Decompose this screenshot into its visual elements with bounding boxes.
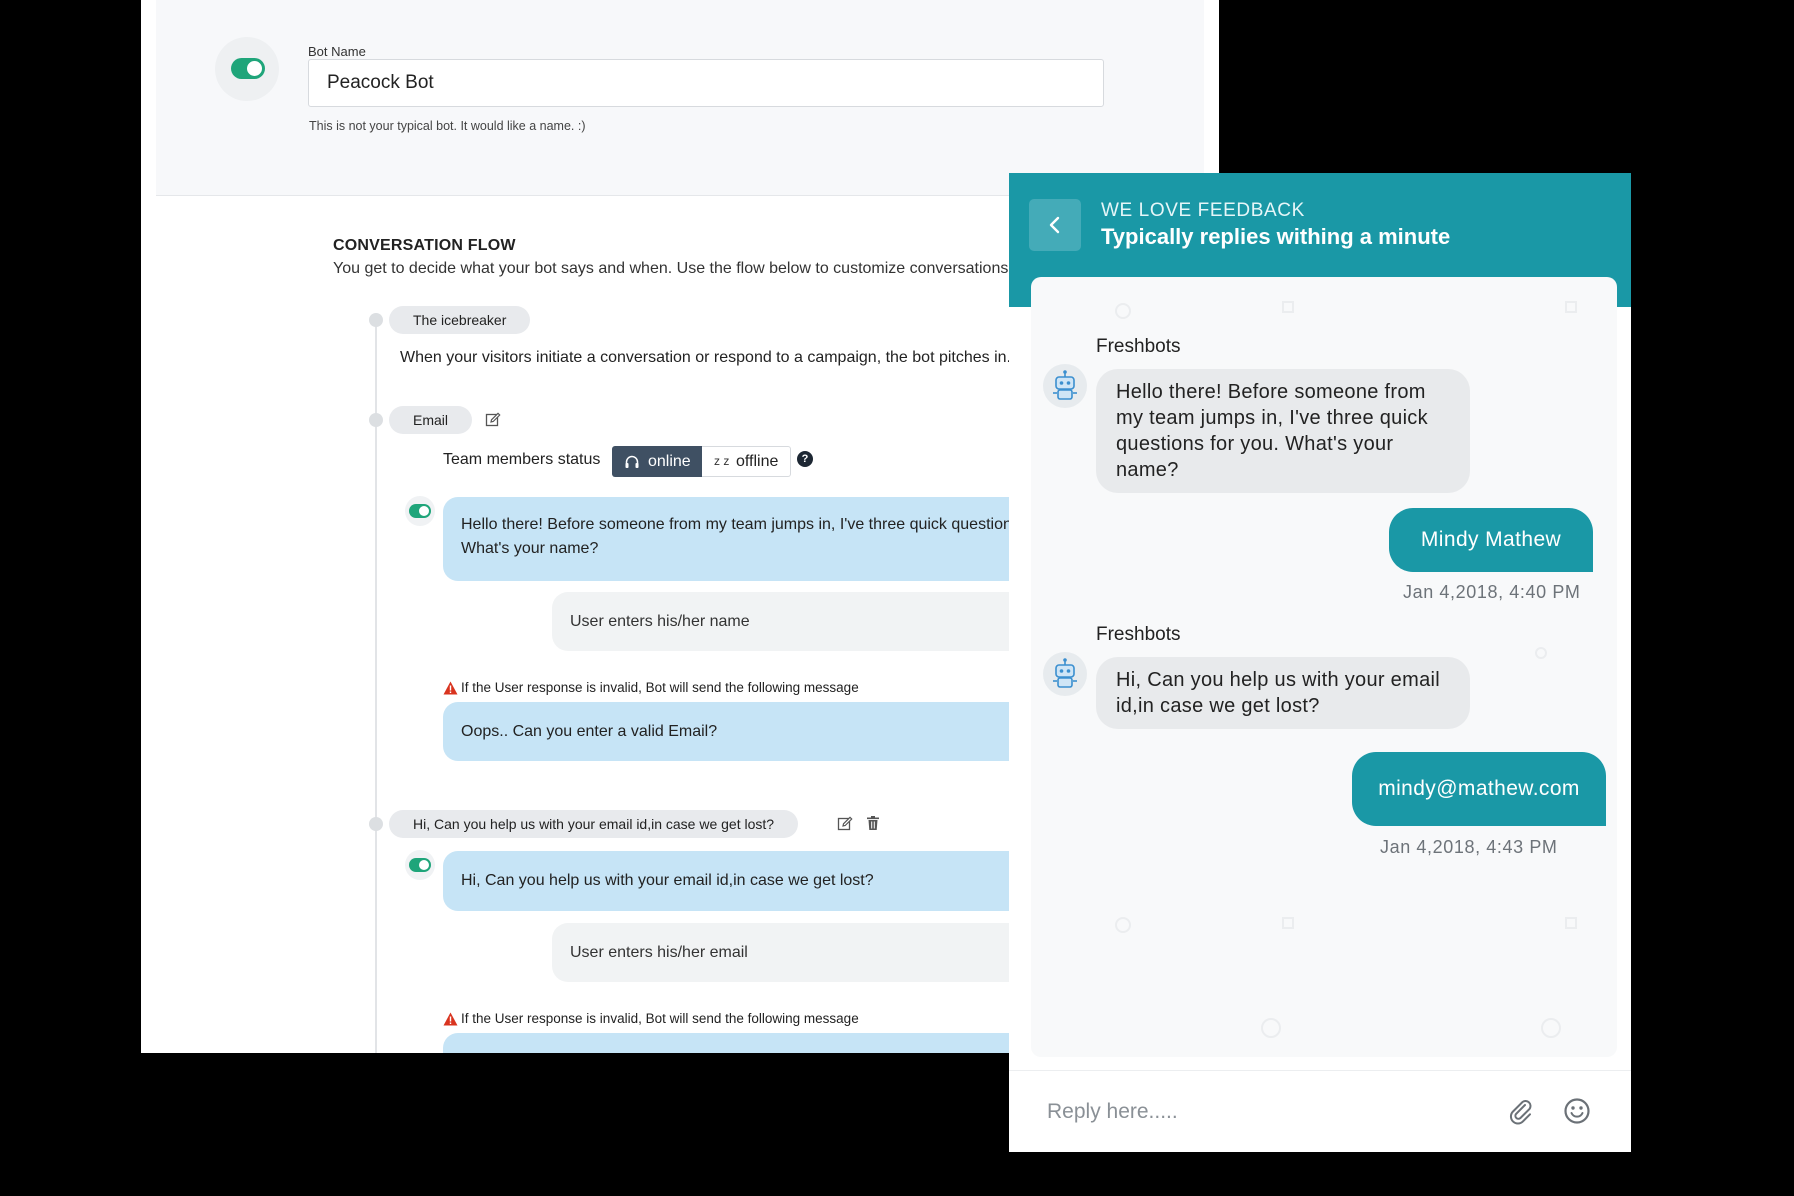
chat-subtitle: Typically replies withing a minute (1101, 224, 1451, 249)
step-email-question-pill[interactable]: Hi, Can you help us with your email id,i… (389, 810, 799, 838)
message-toggle[interactable] (409, 858, 431, 872)
chat-widget: WE LOVE FEEDBACK Typically replies withi… (1009, 173, 1631, 1152)
bot-avatar (1043, 652, 1087, 696)
status-offline-button[interactable]: z z offline (702, 446, 791, 477)
invalid-warning: If the User response is invalid, Bot wil… (443, 1011, 859, 1026)
team-status-label: Team members status (443, 451, 601, 468)
background-pattern (1541, 1018, 1561, 1038)
bot-name-label: Bot Name (308, 44, 366, 59)
bot-name-input[interactable]: Peacock Bot (308, 59, 1104, 107)
background-pattern (1261, 1018, 1281, 1038)
attach-icon[interactable] (1505, 1096, 1535, 1126)
warning-icon (443, 681, 458, 695)
warning-icon (443, 1012, 458, 1026)
invalid-warning-text: If the User response is invalid, Bot wil… (461, 1011, 859, 1026)
invalid-warning-text: If the User response is invalid, Bot wil… (461, 680, 859, 695)
chat-messages: Freshbots Hello there! Before someone fr… (1031, 277, 1617, 1057)
bot-enable-toggle-wrap (215, 37, 279, 101)
background-pattern (1535, 647, 1547, 659)
user-input-label: User enters his/her name (570, 613, 750, 630)
flow-title: CONVERSATION FLOW (333, 237, 516, 254)
message-toggle-wrap (405, 496, 435, 526)
sleep-icon: z z (714, 454, 730, 468)
reply-bar (1009, 1070, 1631, 1152)
bot-message-bubble: Hi, Can you help us with your email id,i… (1096, 657, 1470, 729)
message-timestamp: Jan 4,2018, 4:43 PM (1380, 837, 1558, 857)
status-online-label: online (648, 453, 691, 470)
timeline-dot (369, 413, 383, 427)
emoji-icon[interactable] (1562, 1096, 1592, 1126)
help-icon[interactable]: ? (797, 451, 813, 467)
user-reply-bubble: Mindy Mathew (1389, 508, 1593, 572)
timeline-dot (369, 817, 383, 831)
status-online-button[interactable]: online (612, 446, 702, 477)
message-sender: Freshbots (1096, 336, 1181, 357)
bot-name-help-text: This is not your typical bot. It would l… (309, 119, 586, 133)
message-toggle[interactable] (409, 504, 431, 518)
status-offline-label: offline (736, 453, 779, 470)
background-pattern (1282, 301, 1294, 313)
bot-icon (1053, 370, 1077, 400)
message-timestamp: Jan 4,2018, 4:40 PM (1403, 582, 1581, 602)
invalid-warning: If the User response is invalid, Bot wil… (443, 680, 859, 695)
bot-enable-toggle[interactable] (231, 58, 265, 79)
headset-icon (625, 455, 639, 468)
background-pattern (1565, 917, 1577, 929)
trash-icon[interactable] (865, 815, 881, 831)
step-icebreaker-description: When your visitors initiate a conversati… (400, 349, 1011, 366)
step-icebreaker-pill[interactable]: The icebreaker (389, 306, 531, 334)
user-input-field[interactable]: User enters his/her email (552, 923, 1084, 982)
edit-icon[interactable] (837, 816, 853, 832)
background-pattern (1282, 917, 1294, 929)
user-reply-bubble: mindy@mathew.com (1352, 752, 1606, 826)
edit-icon[interactable] (485, 412, 501, 428)
bot-settings-header: Bot Name Peacock Bot This is not your ty… (156, 0, 1204, 196)
flow-timeline (375, 320, 377, 1053)
background-pattern (1565, 301, 1577, 313)
step-email-pill[interactable]: Email (389, 406, 473, 434)
message-toggle-wrap (405, 850, 435, 880)
background-pattern (1115, 303, 1131, 319)
timeline-dot (369, 313, 383, 327)
reply-input[interactable] (1047, 1095, 1467, 1129)
bot-message-bubble: Hello there! Before someone from my team… (1096, 369, 1470, 493)
chat-title: WE LOVE FEEDBACK (1101, 200, 1305, 221)
message-sender: Freshbots (1096, 624, 1181, 645)
background-pattern (1115, 917, 1131, 933)
screen: Bot Name Peacock Bot This is not your ty… (0, 0, 1794, 1196)
back-icon (1049, 216, 1060, 234)
user-input-field[interactable]: User enters his/her name (552, 592, 1084, 651)
user-input-label: User enters his/her email (570, 944, 748, 961)
bot-avatar (1043, 364, 1087, 408)
back-button[interactable] (1029, 199, 1081, 251)
flow-description: You get to decide what your bot says and… (333, 260, 1013, 277)
bot-icon (1053, 658, 1077, 688)
